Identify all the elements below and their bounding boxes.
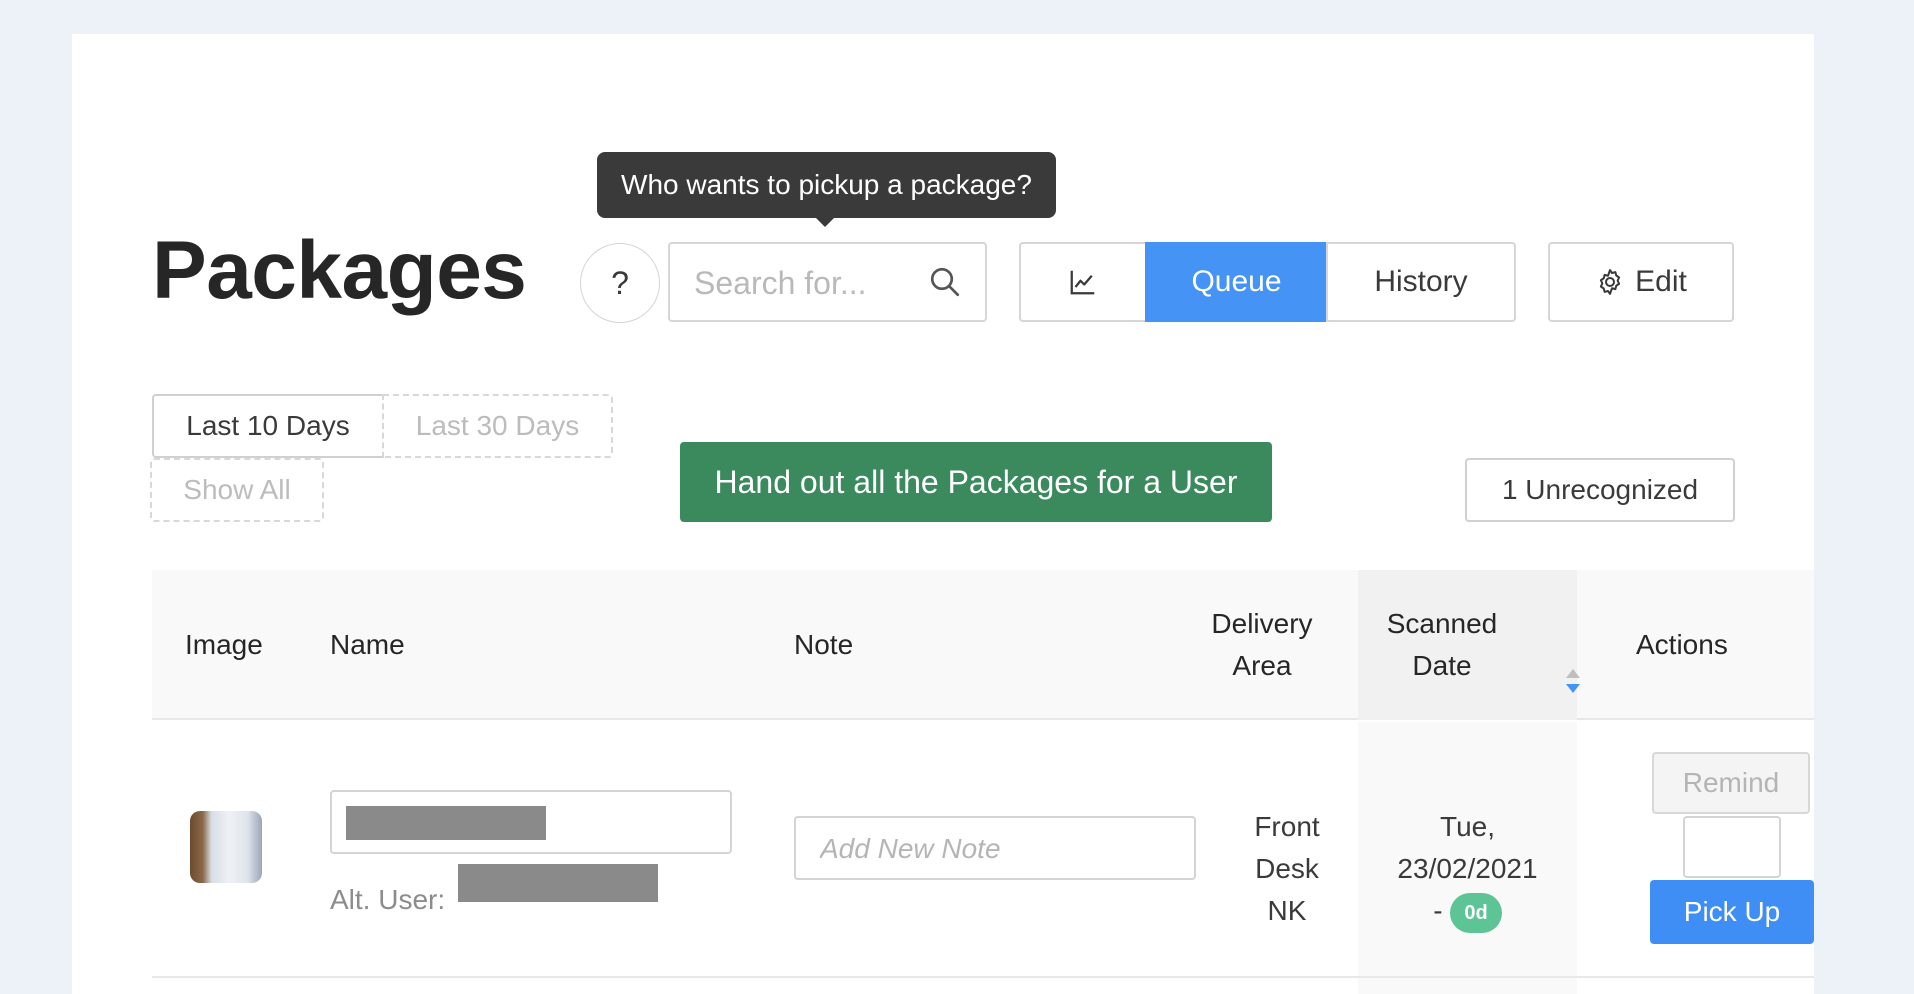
hand-out-all-button[interactable]: Hand out all the Packages for a User xyxy=(680,442,1272,522)
edit-button[interactable]: Edit xyxy=(1548,242,1734,322)
packages-card: Packages Who wants to pickup a package? … xyxy=(72,34,1814,994)
range-show-all[interactable]: Show All xyxy=(150,458,324,522)
note-field xyxy=(794,816,1196,880)
column-header-scanned-date[interactable]: Scanned Date xyxy=(1382,603,1502,687)
alt-user-label: Alt. User: xyxy=(330,884,446,915)
search-icon[interactable] xyxy=(927,264,963,300)
range-last-10-days[interactable]: Last 10 Days xyxy=(152,394,384,458)
column-header-name: Name xyxy=(330,629,405,660)
date-dash: - xyxy=(1433,895,1443,926)
remind-button[interactable]: Remind xyxy=(1652,752,1810,814)
unrecognized-button[interactable]: 1 Unrecognized xyxy=(1465,458,1735,522)
table-header: Image Name Note Delivery Area Scanned Da… xyxy=(152,570,1814,720)
redacted-name xyxy=(346,806,546,840)
pick-up-button[interactable]: Pick Up xyxy=(1650,880,1814,944)
row-divider xyxy=(152,976,1814,978)
search-box xyxy=(668,242,987,322)
gear-icon xyxy=(1600,269,1621,295)
tab-queue[interactable]: Queue xyxy=(1145,242,1328,322)
column-header-delivery-area: Delivery Area xyxy=(1211,608,1313,681)
help-button[interactable]: ? xyxy=(580,243,660,323)
delivery-area-cell: Front Desk NK xyxy=(1254,811,1320,926)
column-header-actions: Actions xyxy=(1636,629,1728,660)
line-chart-icon xyxy=(1070,270,1095,295)
tooltip-arrow xyxy=(816,218,834,227)
pickup-count-input[interactable] xyxy=(1683,816,1781,878)
range-last-30-days[interactable]: Last 30 Days xyxy=(382,394,613,458)
search-input[interactable] xyxy=(692,260,926,306)
scanned-date-cell: Tue, 23/02/2021 - 0d xyxy=(1358,806,1577,933)
package-image[interactable] xyxy=(190,811,262,883)
page-title: Packages xyxy=(152,225,527,316)
column-header-image: Image xyxy=(185,629,263,660)
tab-history[interactable]: History xyxy=(1326,242,1516,322)
help-tooltip: Who wants to pickup a package? xyxy=(597,152,1056,218)
column-header-note: Note xyxy=(794,629,854,660)
redacted-alt-user xyxy=(458,864,658,902)
user-name-field[interactable] xyxy=(330,790,732,854)
tab-chart[interactable] xyxy=(1019,242,1147,322)
age-badge: 0d xyxy=(1450,892,1502,933)
edit-label: Edit xyxy=(1635,265,1687,298)
note-input[interactable] xyxy=(818,828,1172,870)
sort-icon[interactable] xyxy=(1564,668,1582,694)
